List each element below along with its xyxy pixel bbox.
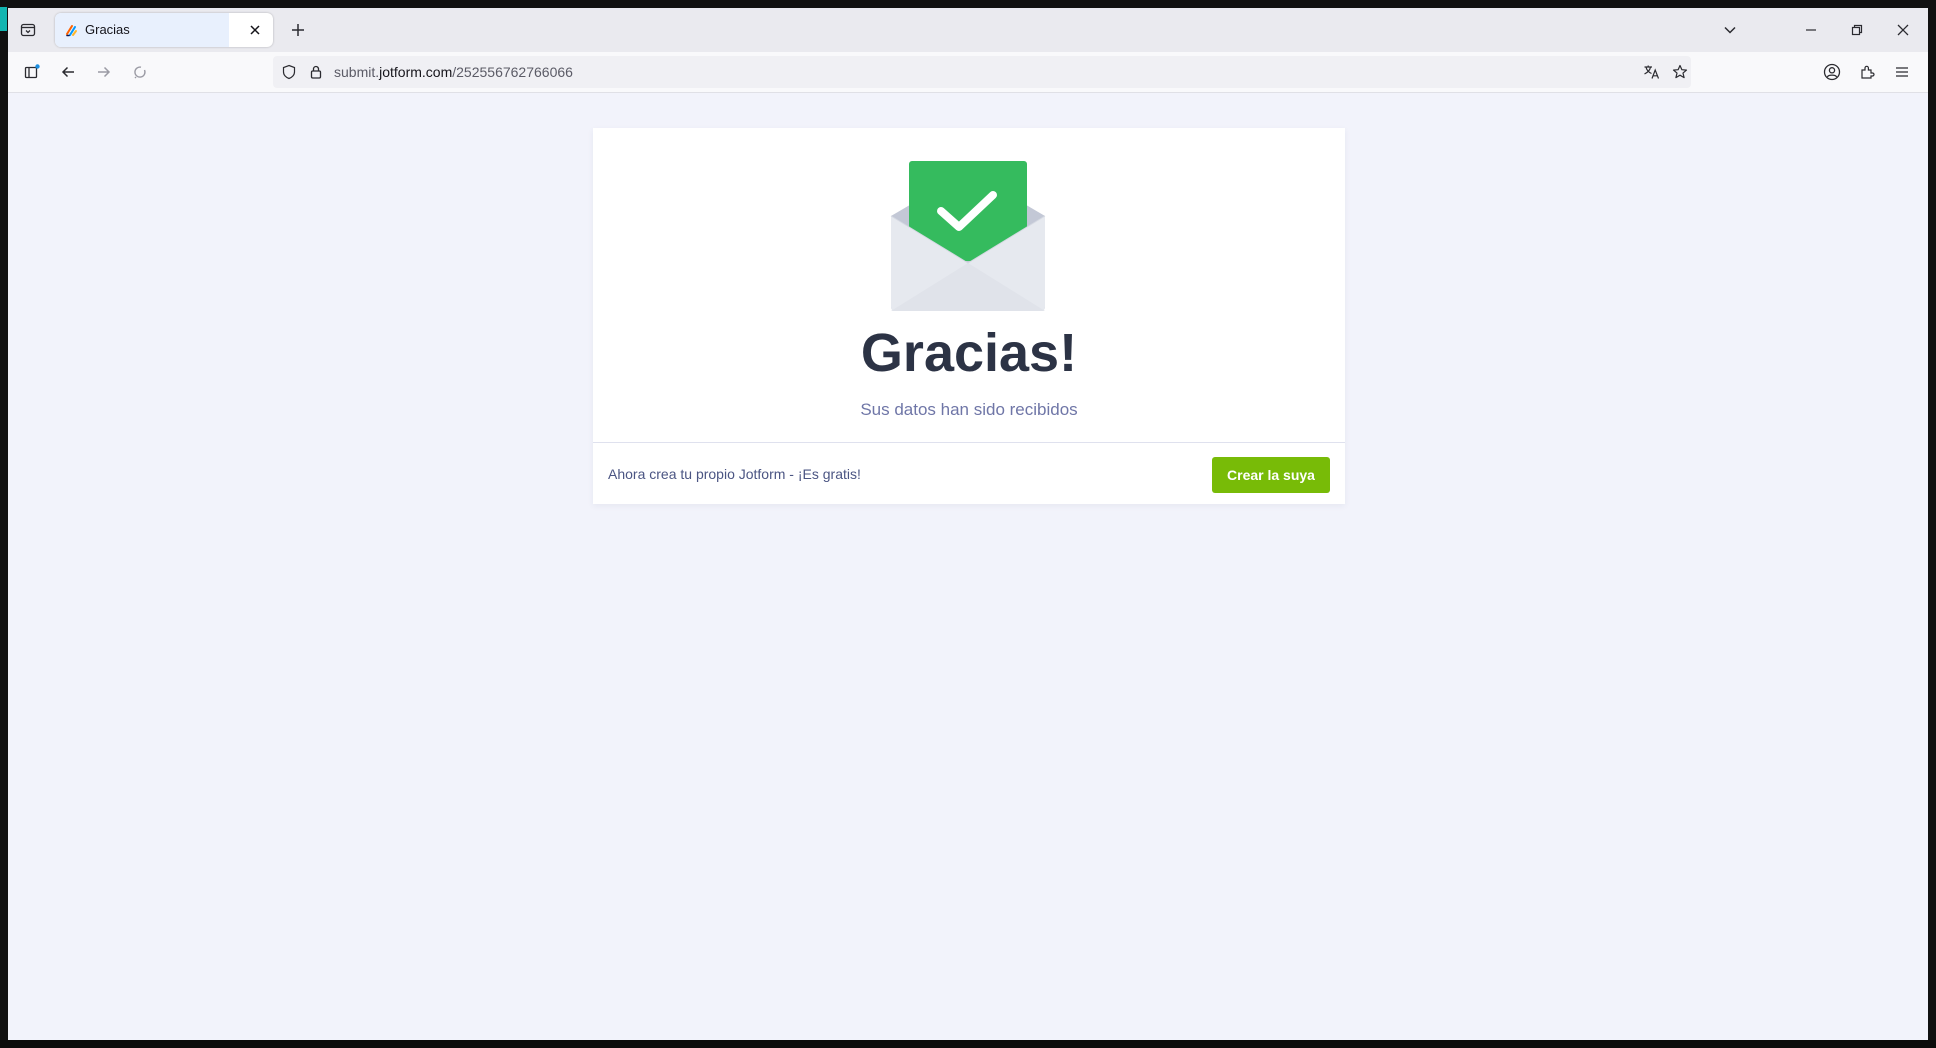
page-content: Gracias! Sus datos han sido recibidos Ah… [8, 93, 1928, 1040]
page-subtitle: Sus datos han sido recibidos [860, 400, 1078, 419]
tab-list-icon[interactable] [1718, 18, 1742, 42]
tab-highlight [55, 13, 229, 47]
url-path: /252556762766066 [452, 64, 573, 80]
close-icon[interactable] [245, 20, 265, 40]
tab-gracias[interactable]: Gracias [55, 13, 273, 47]
browser-window: Gracias submit.jotform.com/2525567627660… [8, 8, 1928, 1040]
menu-icon[interactable] [1890, 60, 1914, 84]
minimize-icon[interactable] [1799, 18, 1823, 42]
shield-icon[interactable] [277, 60, 301, 84]
thank-you-card: Gracias! Sus datos han sido recibidos Ah… [593, 128, 1345, 504]
promo-text[interactable]: Ahora crea tu propio Jotform - ¡Es grati… [608, 466, 861, 482]
url-prefix: submit. [334, 64, 380, 80]
taskbar-indicator [0, 7, 7, 31]
tab-strip: Gracias [8, 8, 1928, 52]
page-title: Gracias! [860, 323, 1078, 383]
extensions-icon[interactable] [1855, 60, 1879, 84]
divider [593, 442, 1345, 443]
back-icon[interactable] [56, 60, 80, 84]
envelope-check-icon [890, 161, 1046, 311]
restore-icon[interactable] [1845, 18, 1869, 42]
star-icon[interactable] [1668, 60, 1692, 84]
translate-icon[interactable] [1640, 60, 1664, 84]
url-host: jotform.com [379, 64, 453, 80]
url-text[interactable]: submit.jotform.com/252556762766066 [334, 64, 573, 80]
create-form-button[interactable]: Crear la suya [1212, 457, 1330, 493]
url-bar[interactable]: submit.jotform.com/252556762766066 [273, 56, 1691, 88]
jotform-favicon-icon [66, 25, 77, 37]
lock-icon[interactable] [304, 60, 328, 84]
sidebar-icon[interactable] [20, 60, 44, 84]
tab-title: Gracias [85, 22, 130, 37]
account-icon[interactable] [1820, 60, 1844, 84]
new-tab-icon[interactable] [286, 18, 310, 42]
window-close-icon[interactable] [1891, 18, 1915, 42]
taskbar-strip [0, 1040, 1936, 1048]
reload-icon[interactable] [128, 60, 152, 84]
navigation-bar: submit.jotform.com/252556762766066 [8, 52, 1928, 93]
screen: Gracias submit.jotform.com/2525567627660… [0, 0, 1936, 1048]
forward-icon[interactable] [92, 60, 116, 84]
tab-overview-icon[interactable] [16, 18, 40, 42]
